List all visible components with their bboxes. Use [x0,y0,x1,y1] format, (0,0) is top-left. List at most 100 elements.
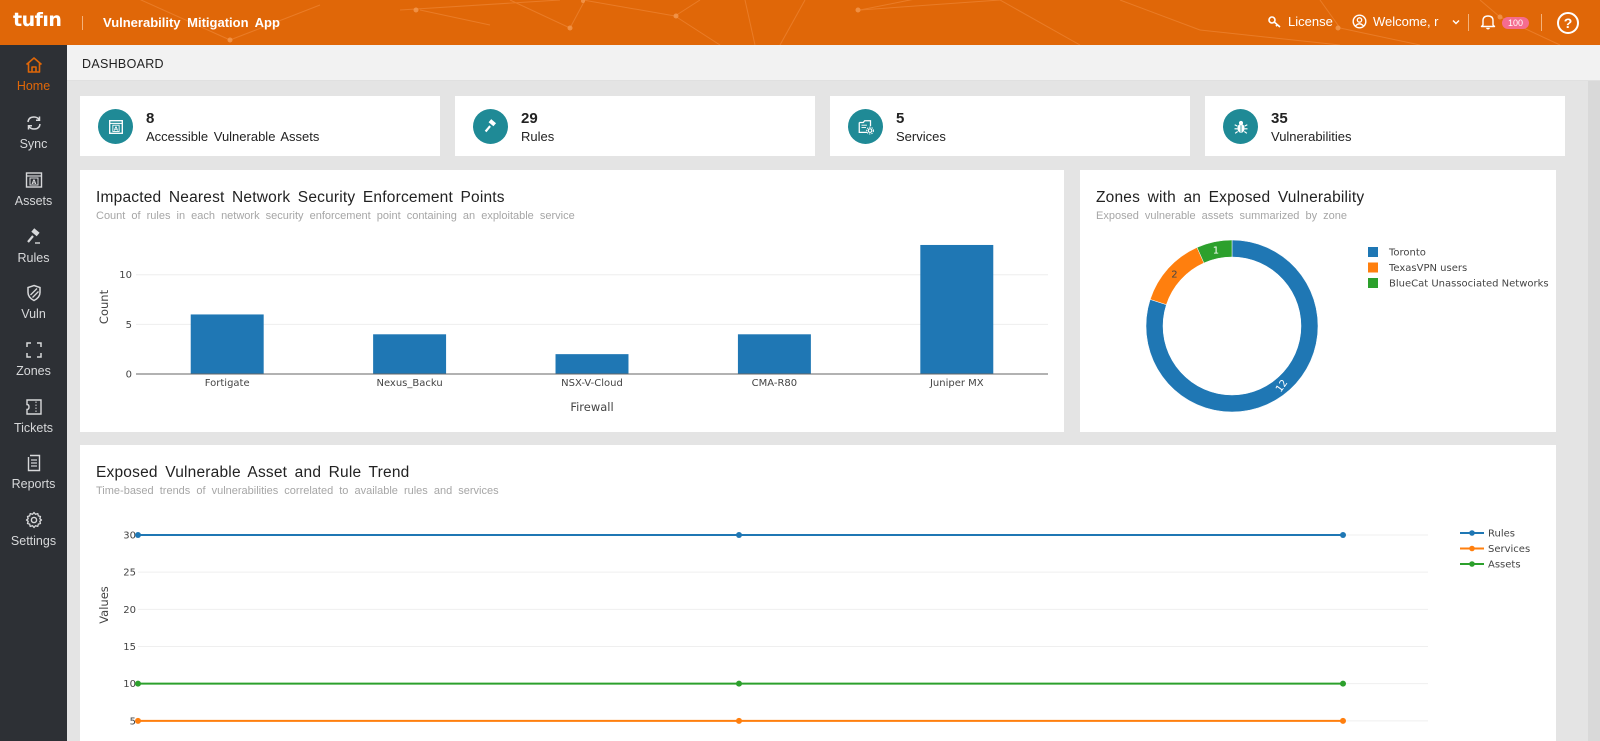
line-chart: 5 10 15 20 25 30 Values Rules Services Assets [97,529,1530,728]
app-title: Vulnerability Mitigation App [103,15,280,30]
y-tick-label: 15 [123,642,136,653]
stat-card-services[interactable]: 5 Services [830,96,1190,156]
bell-icon[interactable] [1480,13,1496,30]
stat-value: 29 [521,110,538,127]
stat-card-rules[interactable]: 29 Rules [455,96,815,156]
sidebar-item-label: Assets [14,194,53,208]
sidebar-item-label: Home [16,79,51,93]
legend-label: Toronto [1388,248,1426,259]
header-divider [1468,14,1469,31]
sync-icon [26,116,41,130]
y-tick-label: 0 [126,370,132,381]
sidebar-item-sync[interactable]: Sync [0,113,67,167]
point-services [1340,717,1346,724]
sidebar-item-label: Settings [10,534,57,548]
slice-label: 1 [1213,246,1219,257]
welcome-label: Welcome, r [1373,14,1439,29]
point-services [135,717,141,724]
page-title: DASHBOARD [82,57,164,71]
top-header: tufın Vulnerability Mitigation App Licen… [0,0,1600,45]
gavel-icon [26,228,40,244]
assets-icon: A [98,109,133,144]
zones-icon [25,342,42,358]
line-chart-card: Exposed Vulnerable Asset and Rule Trend … [80,445,1556,741]
bug-icon [1223,109,1258,144]
point-assets [1340,680,1346,687]
x-axis-title: Firewall [570,400,613,414]
stat-card-assets[interactable]: A 8 Accessible Vulnerable Assets [80,96,440,156]
sidebar-item-label: Rules [17,251,50,265]
x-tick-label: Juniper MX [929,378,984,389]
gavel-icon [473,109,508,144]
point-assets [135,680,141,687]
legend-marker [1469,545,1475,552]
stat-value: 8 [146,110,155,127]
sidebar-item-label: Zones [16,364,51,378]
y-axis-title: Values [97,586,111,624]
home-icon [25,57,42,73]
page-header: DASHBOARD [67,45,1600,81]
legend-swatch [1368,278,1378,288]
legend-label: Services [1488,544,1530,555]
assets-icon: A [25,172,42,188]
sidebar-item-assets[interactable]: A Assets [0,170,67,224]
y-tick-label: 10 [123,679,136,690]
bar-chart: 0 5 10 Fortigate Nexus_Backu NSX-V-Cloud CMA-R… [97,244,1048,414]
y-tick-label: 25 [123,568,136,579]
tufin-logo[interactable]: tufın [13,9,62,31]
license-label: License [1288,14,1333,29]
chevron-down-icon [1452,19,1459,24]
notification-badge[interactable]: 100 [1502,17,1529,29]
user-menu[interactable]: Welcome, r [1352,14,1461,29]
point-services [736,717,742,724]
shield-icon [26,284,41,302]
ticket-icon [25,399,42,415]
sidebar: Home Sync A Assets Rules Vuln Zones Tick… [0,45,67,741]
y-tick-label: 10 [119,270,132,281]
legend-marker [1469,561,1475,567]
slice-label: 2 [1171,270,1177,281]
sidebar-item-settings[interactable]: Settings [0,510,67,564]
sidebar-item-vuln[interactable]: Vuln [0,283,67,337]
point-rules [1340,532,1346,538]
stat-value: 35 [1271,110,1288,127]
y-tick-label: 30 [123,531,136,542]
sidebar-item-label: Tickets [13,421,54,435]
sidebar-item-rules[interactable]: Rules [0,227,67,281]
legend-label: TexasVPN users [1388,263,1467,274]
bar-chart-card: Impacted Nearest Network Security Enforc… [80,170,1064,432]
point-rules [736,532,742,538]
y-axis-title: Count [97,289,111,324]
sidebar-item-tickets[interactable]: Tickets [0,397,67,451]
sidebar-item-zones[interactable]: Zones [0,340,67,394]
y-tick-label: 5 [130,716,136,727]
help-icon[interactable]: ? [1557,12,1579,34]
svg-text:A: A [31,179,36,186]
x-tick-label: CMA-R80 [752,378,798,389]
sidebar-item-label: Sync [19,137,48,151]
y-tick-label: 5 [126,320,132,331]
point-assets [736,680,742,687]
legend-label: BlueCat Unassociated Networks [1389,279,1549,290]
x-tick-label: NSX-V-Cloud [561,378,623,389]
legend-swatch [1368,247,1378,257]
legend-swatch [1368,262,1378,273]
donut-chart-card: Zones with an Exposed Vulnerability Expo… [1080,170,1556,432]
stat-label: Rules [521,129,555,144]
x-tick-label: Fortigate [205,378,250,389]
bar-cma-r80 [737,334,811,374]
sidebar-item-label: Reports [11,477,56,491]
sidebar-item-home[interactable]: Home [0,55,67,109]
sidebar-item-reports[interactable]: Reports [0,453,67,507]
bar-nsx-v-cloud [555,354,629,374]
legend-label: Assets [1488,560,1521,571]
y-tick-label: 20 [123,605,136,616]
key-icon [1268,15,1281,28]
scrollbar[interactable] [1588,81,1600,741]
stat-label: Accessible Vulnerable Assets [146,129,320,144]
legend-label: Rules [1488,529,1515,540]
stat-card-vulnerabilities[interactable]: 35 Vulnerabilities [1205,96,1565,156]
header-divider [82,16,83,30]
license-button[interactable]: License [1268,14,1333,29]
point-rules [135,532,141,538]
